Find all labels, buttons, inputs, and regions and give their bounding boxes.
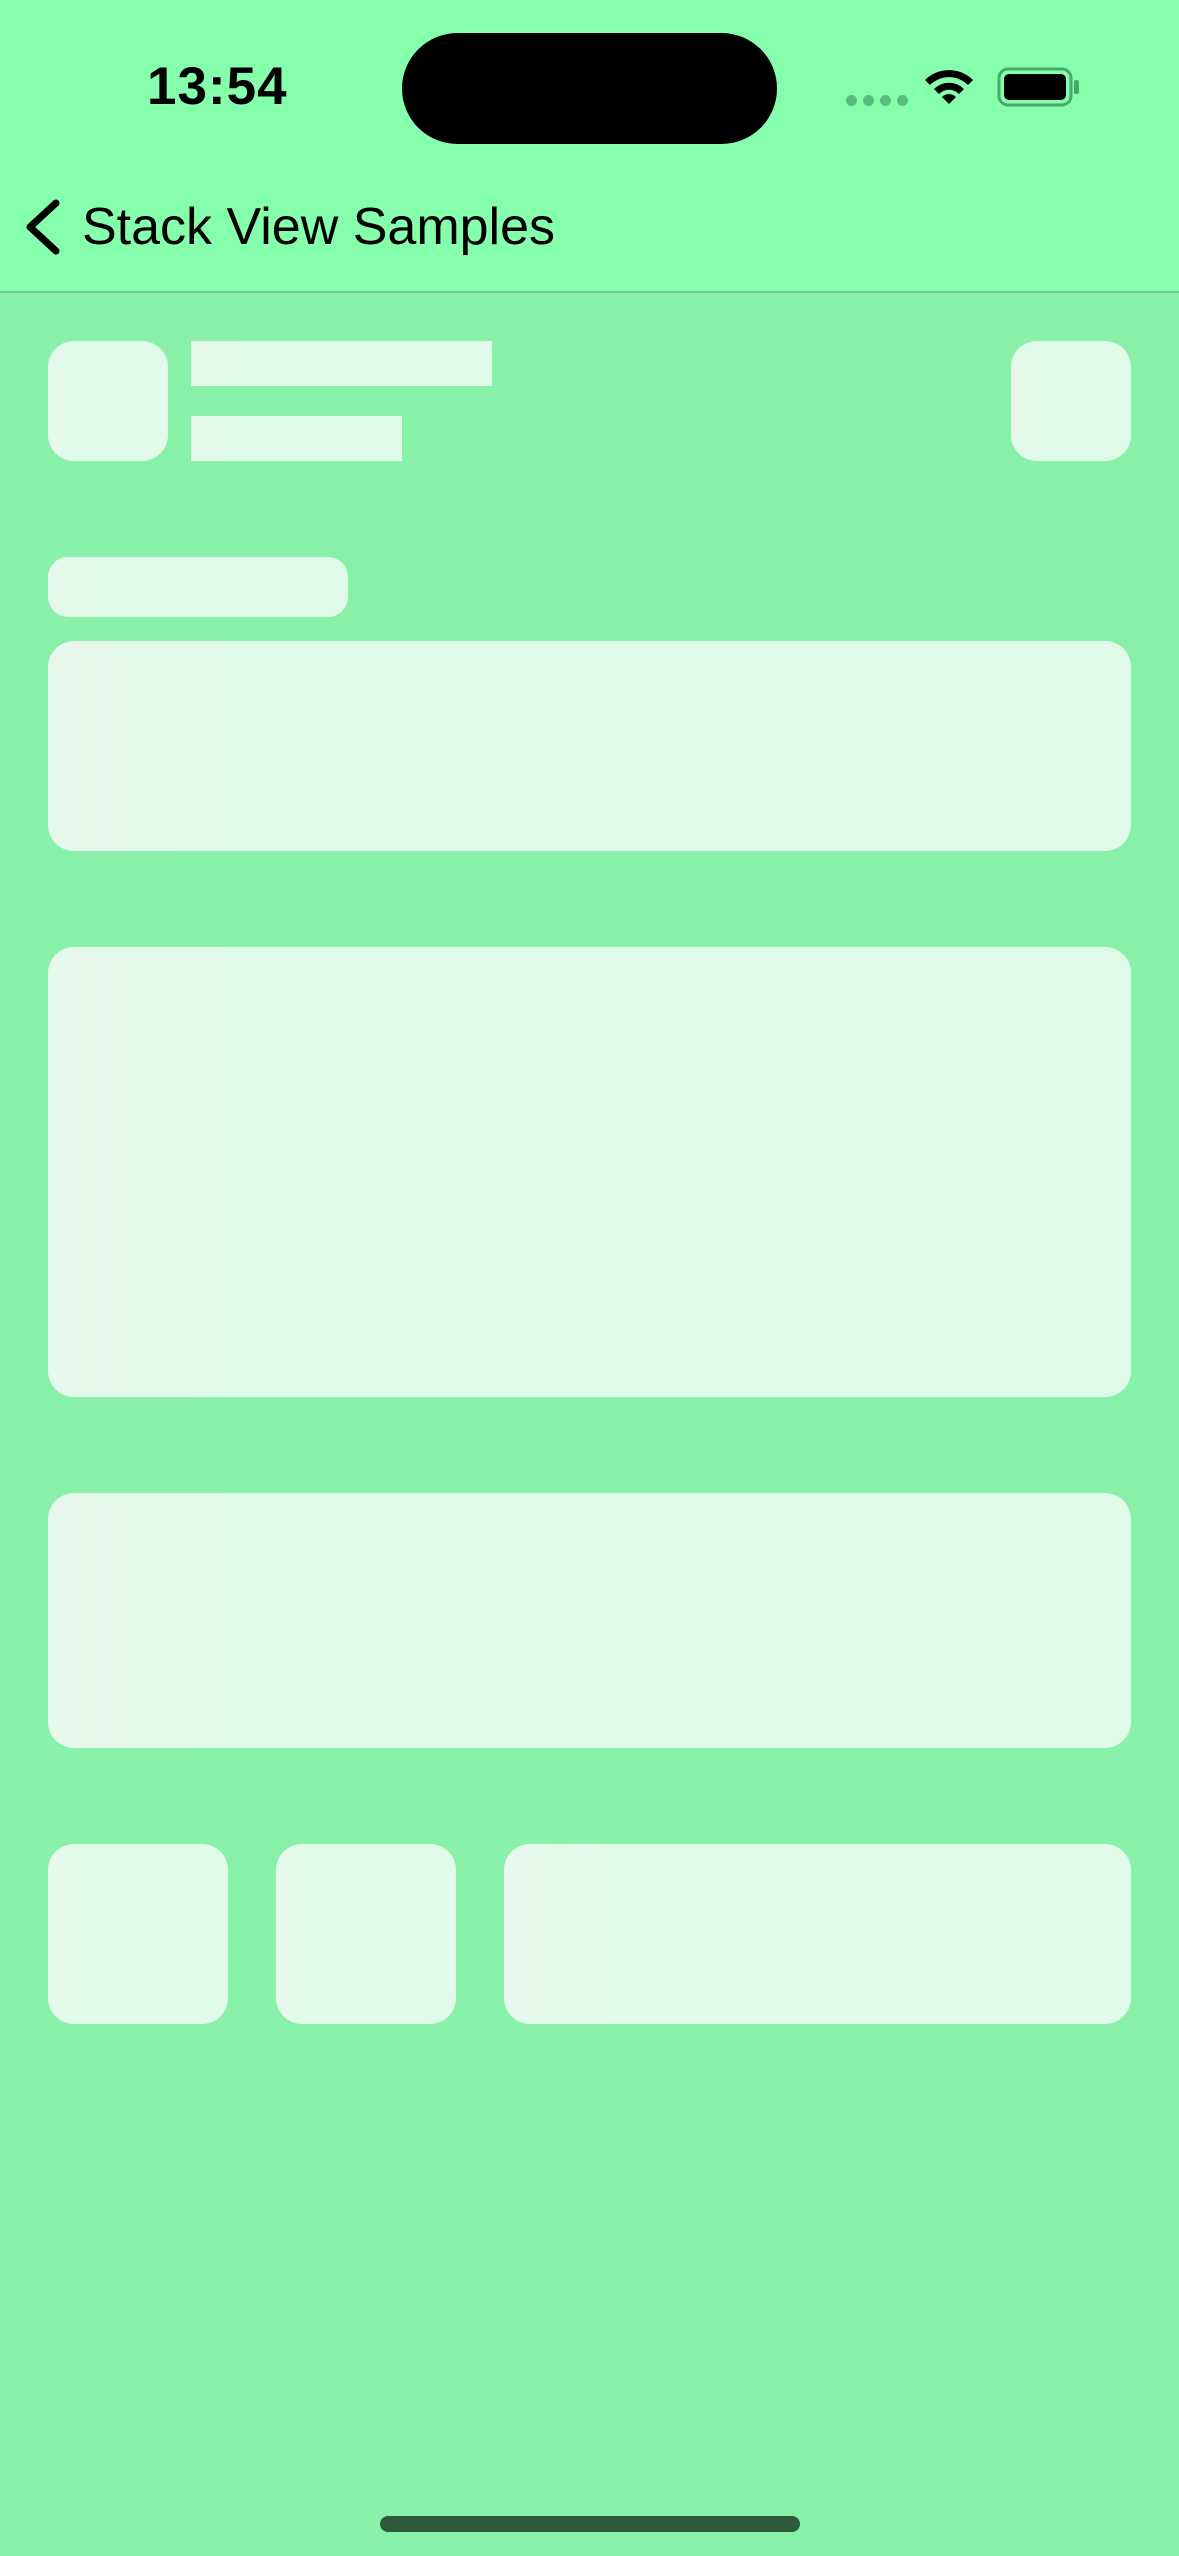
skeleton-wide-block — [504, 1844, 1131, 2024]
cellular-signal-icon — [846, 95, 908, 106]
nav-title: Stack View Samples — [82, 198, 556, 256]
skeleton-trailing-square — [1011, 341, 1131, 461]
skeleton-title-line — [191, 341, 492, 386]
navigation-header: 13:54 Stack View Samples — [0, 0, 1179, 293]
home-indicator[interactable] — [380, 2516, 800, 2532]
skeleton-subtitle-line — [191, 416, 402, 461]
dynamic-island — [402, 33, 777, 144]
back-button[interactable]: Stack View Samples — [20, 192, 555, 262]
status-time: 13:54 — [147, 57, 288, 116]
skeleton-card-medium — [48, 1493, 1131, 1748]
skeleton-square-2 — [276, 1844, 456, 2024]
wifi-icon — [925, 70, 973, 104]
chevron-left-icon — [26, 199, 60, 255]
skeleton-label-pill — [48, 557, 348, 617]
skeleton-square-1 — [48, 1844, 228, 2024]
battery-icon — [997, 67, 1079, 107]
skeleton-card-small — [48, 641, 1131, 851]
skeleton-card-large — [48, 947, 1131, 1397]
skeleton-avatar — [48, 341, 168, 461]
